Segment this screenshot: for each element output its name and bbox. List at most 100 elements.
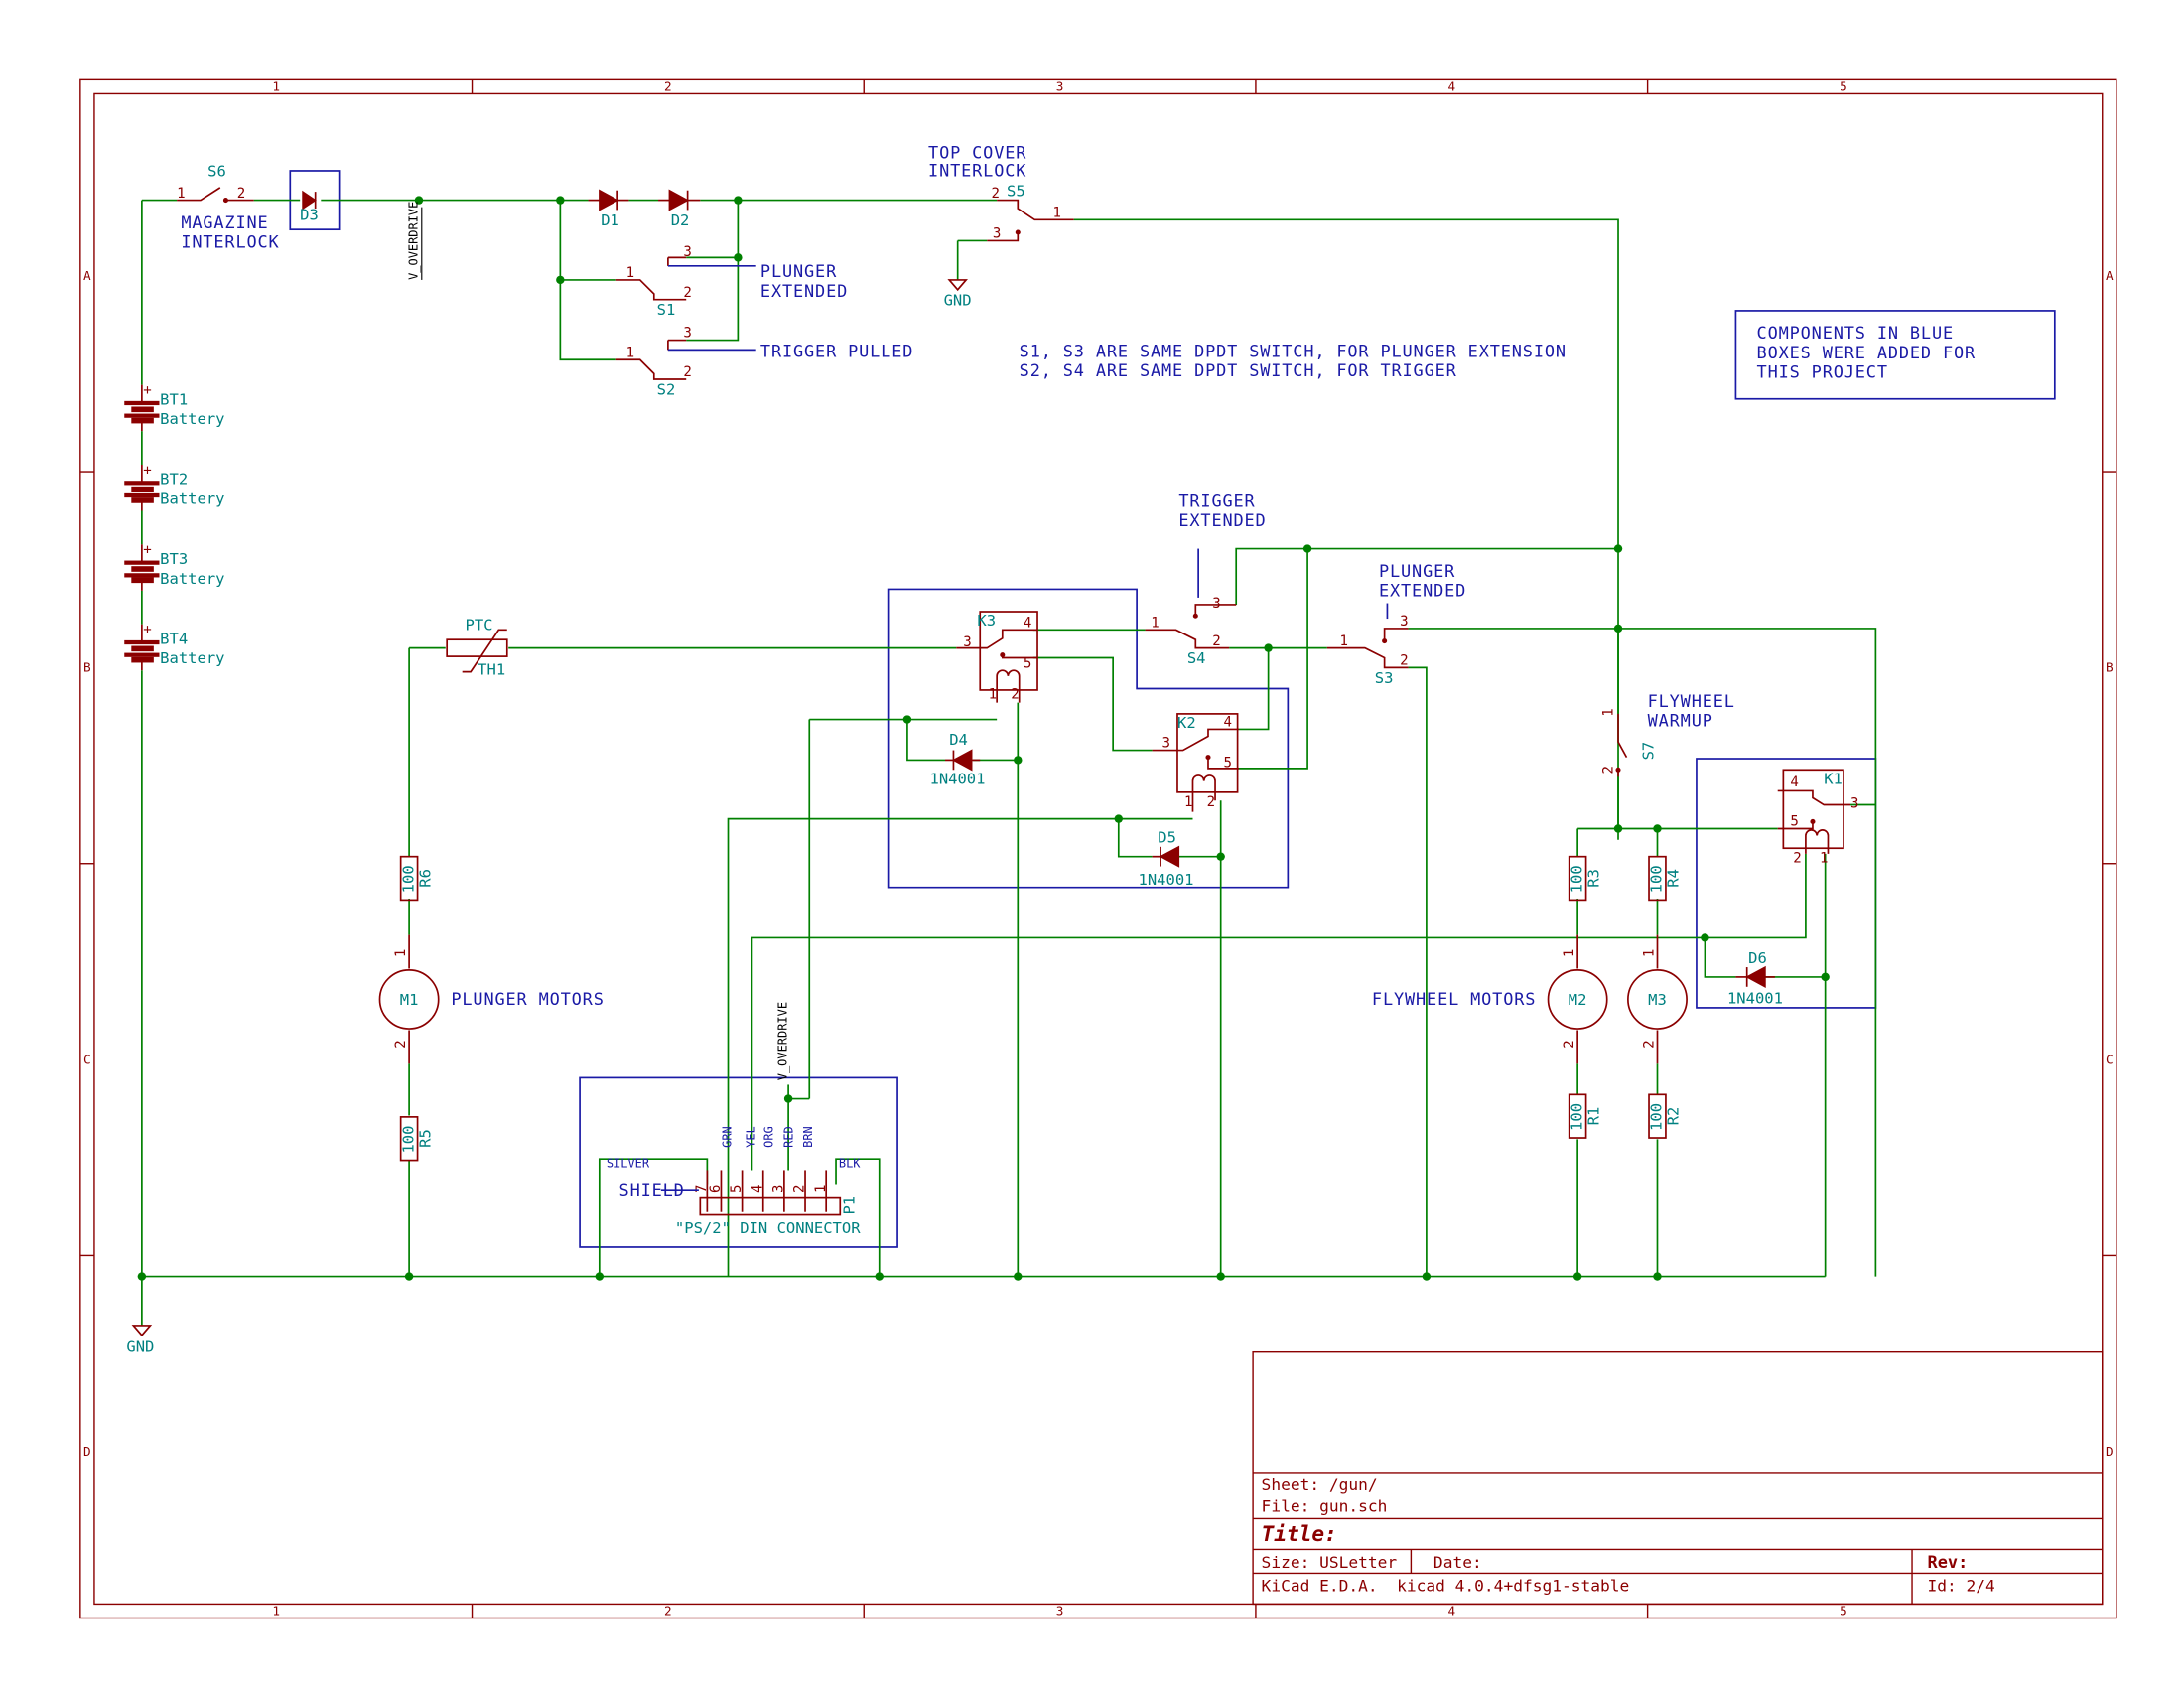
switch-s2[interactable]: 1 2 3 S2 TRIGGER PULLED <box>615 326 914 399</box>
battery-bt3[interactable]: + BT3 Battery <box>124 542 225 591</box>
row-label: B <box>83 660 91 675</box>
resistor-r2[interactable]: 100R2 <box>1648 1093 1683 1139</box>
pin-label: 2 <box>1562 1040 1577 1048</box>
pin-label: 1 <box>1340 633 1348 649</box>
ref-label: TH1 <box>478 660 505 678</box>
diode-d5[interactable]: D5 1N4001 <box>1139 829 1194 889</box>
title-block: Sheet: /gun/ File: gun.sch Title: Size: … <box>1252 1350 2104 1606</box>
sheet-size: Size: USLetter <box>1262 1553 1398 1572</box>
gnd-label: GND <box>944 291 972 309</box>
pin-label: 3 <box>683 326 691 342</box>
ref-label: BT1 <box>160 390 188 408</box>
ref-label: D5 <box>1158 829 1176 847</box>
diode-d2[interactable]: D2 <box>658 189 701 229</box>
pin-label: 5 <box>1224 755 1232 771</box>
row-label: D <box>2106 1444 2114 1459</box>
switch-s1[interactable]: 1 2 3 S1 PLUNGER EXTENDED <box>615 244 848 319</box>
value-label: 100 <box>1648 1103 1666 1131</box>
ref-label: M1 <box>400 991 419 1009</box>
gnd-label: GND <box>126 1338 154 1356</box>
switch-s6[interactable]: S6 1 2 MAGAZINE INTERLOCK <box>177 163 279 252</box>
ref-label: R3 <box>1584 869 1602 888</box>
pin-label: 3 <box>1850 795 1858 811</box>
blk-label: BLK <box>839 1157 861 1171</box>
shield-label: SHIELD <box>619 1180 685 1199</box>
ref-label: S7 <box>1639 742 1657 761</box>
wire-color-label: ORG <box>762 1126 776 1148</box>
col-label: 1 <box>272 1604 280 1618</box>
value-label: Battery <box>160 570 224 588</box>
switch-s3[interactable]: 1 2 3 S3 PLUNGER EXTENDED <box>1326 561 1466 687</box>
col-label: 4 <box>1447 79 1455 94</box>
note-line-2: S2, S4 ARE SAME DPDT SWITCH, FOR TRIGGER <box>1020 360 1457 380</box>
connector-p1[interactable]: 76 5 4 3 2 1GRN YEL ORG RED BRN SHIELD SILVER BLK… <box>607 1002 861 1237</box>
switch-s4[interactable]: 1 2 3 S4 TRIGGER EXTENDED <box>1145 491 1267 667</box>
motor-m3[interactable]: M3 1 2 <box>1627 934 1688 1064</box>
value-label: Battery <box>160 490 224 507</box>
diode-d3[interactable]: D3 <box>300 190 319 223</box>
pin-label: 3 <box>993 226 1001 242</box>
ref-label: S5 <box>1007 182 1025 200</box>
ref-label: R4 <box>1665 869 1683 888</box>
battery-bt2[interactable]: + BT2Battery <box>124 463 225 511</box>
pin-label: 3 <box>1212 596 1220 612</box>
switch-s7[interactable]: 1 2 S7 FLYWHEEL WARMUP <box>1600 691 1734 777</box>
net-label-v-overdrive: V_OVERDRIVE <box>776 1002 790 1080</box>
thermistor-th1[interactable]: PTC TH1 <box>446 616 508 678</box>
relay-k1[interactable]: K1 4 3 5 2 1 <box>1777 769 1859 866</box>
relay-k3[interactable]: K3 4 3 5 1 2 <box>956 611 1038 703</box>
plus-icon: + <box>143 542 151 558</box>
connector-pin: 6 <box>708 1170 724 1212</box>
pin-label: 2 <box>1793 850 1801 866</box>
pin-label: 1 <box>813 1185 829 1193</box>
resistor-r3[interactable]: 100R3 <box>1568 855 1602 902</box>
pin-label: 4 <box>1224 715 1232 731</box>
motor-m2[interactable]: M2 1 2 <box>1547 934 1608 1064</box>
resistor-r1[interactable]: 100R1 <box>1568 1093 1602 1139</box>
silver-label: SILVER <box>607 1157 650 1171</box>
flywheel-motors-label: FLYWHEEL MOTORS <box>1372 989 1536 1009</box>
motor-m1[interactable]: M1 1 2 <box>378 934 440 1064</box>
gnd-symbol: GND <box>944 279 972 309</box>
ref-label: D6 <box>1748 949 1767 967</box>
row-label: B <box>2106 660 2114 675</box>
resistor-r6[interactable]: 100R6 <box>399 855 434 902</box>
resistor-r4[interactable]: 100R4 <box>1648 855 1683 902</box>
ref-label: R2 <box>1665 1107 1683 1126</box>
row-label: D <box>83 1444 91 1459</box>
value-label: 1N4001 <box>1139 871 1194 889</box>
ref-label: K2 <box>1177 714 1196 732</box>
value-label: 1N4001 <box>1727 990 1783 1008</box>
pin-label: 4 <box>1790 774 1798 790</box>
diode-d1[interactable]: D1 <box>588 189 629 229</box>
col-label: 2 <box>664 79 672 94</box>
battery-bt4[interactable]: + BT4 Battery <box>124 623 225 671</box>
wire-color-label: BRN <box>801 1126 815 1148</box>
title-field: Title: <box>1262 1521 1337 1546</box>
row-label: C <box>2106 1052 2114 1066</box>
relay-k2[interactable]: K2 4 3 5 1 2 <box>1152 713 1240 812</box>
ref-label: S6 <box>207 163 226 181</box>
battery-bt1[interactable]: + BT1 Battery <box>124 383 225 432</box>
sheet-id: Id: 2/4 <box>1928 1577 1995 1596</box>
diode-d6[interactable]: D6 1N4001 <box>1727 949 1783 1008</box>
pin-label: 1 <box>1641 949 1657 957</box>
plus-icon: + <box>143 383 151 399</box>
pin-label: 1 <box>1184 794 1192 810</box>
pin-label: 2 <box>1212 633 1220 649</box>
pin-label: 1 <box>626 345 634 360</box>
ref-label: R1 <box>1584 1107 1602 1126</box>
switch-s5[interactable]: TOP COVER INTERLOCK S5 2 1 3 <box>928 142 1074 242</box>
resistor-r5[interactable]: 100R5 <box>399 1116 434 1162</box>
pin-label: 1 <box>177 186 185 202</box>
pin-label: 1 <box>1562 949 1577 957</box>
schematic-sheet: 1 2 3 4 5 1 2 3 4 5 A B C D A B C D Shee… <box>79 79 2117 1619</box>
pin-label: 5 <box>1790 814 1798 830</box>
connector-pin: 3 <box>770 1170 786 1212</box>
sheet-path: Sheet: /gun/ <box>1262 1476 1378 1494</box>
plus-icon: + <box>143 463 151 479</box>
file-name: File: gun.sch <box>1262 1496 1388 1515</box>
pin-label: 3 <box>1161 736 1169 752</box>
pin-label: 1 <box>393 949 409 957</box>
row-label: A <box>2106 268 2114 283</box>
